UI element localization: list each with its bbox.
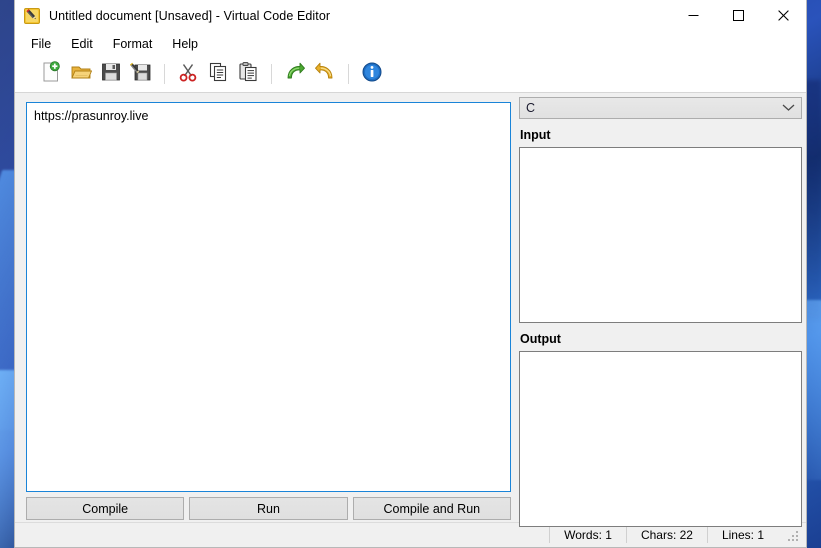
save-as-button[interactable] (127, 60, 155, 88)
input-textarea[interactable] (519, 147, 802, 323)
save-icon (100, 61, 122, 86)
redo-icon (284, 61, 306, 86)
toolbar-separator (348, 63, 349, 84)
input-label: Input (520, 128, 551, 142)
title-bar[interactable]: Untitled document [Unsaved] - Virtual Co… (15, 0, 806, 32)
main-content: https://prasunroy.live Compile Run Compi… (15, 93, 806, 527)
menu-item-format[interactable]: Format (104, 34, 162, 54)
new-file-icon (40, 61, 62, 86)
copy-icon (207, 61, 229, 86)
run-button[interactable]: Run (189, 497, 348, 520)
menu-item-help[interactable]: Help (163, 34, 207, 54)
maximize-button[interactable] (716, 0, 761, 31)
status-lines: Lines: 1 (706, 527, 778, 543)
close-button[interactable] (761, 0, 806, 31)
resize-grip[interactable] (786, 527, 802, 543)
toolbar-separator (271, 63, 272, 84)
pencil-document-icon (24, 7, 40, 24)
minimize-button[interactable] (671, 0, 716, 31)
undo-icon (314, 61, 336, 86)
open-folder-icon (70, 61, 93, 86)
right-panel: C Input Output (519, 97, 802, 527)
save-as-icon (129, 61, 152, 86)
cut-button[interactable] (174, 60, 202, 88)
status-words: Words: 1 (549, 527, 626, 543)
menu-item-edit[interactable]: Edit (62, 34, 102, 54)
compile-and-run-button[interactable]: Compile and Run (352, 497, 511, 520)
copy-button[interactable] (204, 60, 232, 88)
toolbar (15, 55, 806, 93)
about-button[interactable] (358, 60, 386, 88)
output-label: Output (520, 332, 561, 346)
menu-bar: File Edit Format Help (15, 32, 806, 55)
new-file-button[interactable] (37, 60, 65, 88)
code-editor-text[interactable]: https://prasunroy.live (27, 103, 510, 130)
info-icon (361, 61, 383, 86)
compile-button[interactable]: Compile (26, 497, 185, 520)
output-textarea[interactable] (519, 351, 802, 527)
language-select-value: C (526, 101, 536, 115)
language-select[interactable]: C (519, 97, 802, 119)
action-button-row: Compile Run Compile and Run (26, 497, 511, 520)
save-button[interactable] (97, 60, 125, 88)
application-window: Untitled document [Unsaved] - Virtual Co… (14, 0, 807, 548)
chevron-down-icon (782, 101, 795, 115)
menu-item-file[interactable]: File (22, 34, 60, 54)
code-editor[interactable]: https://prasunroy.live (26, 102, 511, 492)
redo-button[interactable] (281, 60, 309, 88)
paste-icon (237, 61, 259, 86)
open-file-button[interactable] (67, 60, 95, 88)
paste-button[interactable] (234, 60, 262, 88)
window-controls (671, 0, 806, 31)
status-chars: Chars: 22 (625, 527, 707, 543)
window-title: Untitled document [Unsaved] - Virtual Co… (49, 8, 331, 23)
cut-icon (177, 61, 199, 86)
toolbar-separator (164, 63, 165, 84)
undo-button[interactable] (311, 60, 339, 88)
